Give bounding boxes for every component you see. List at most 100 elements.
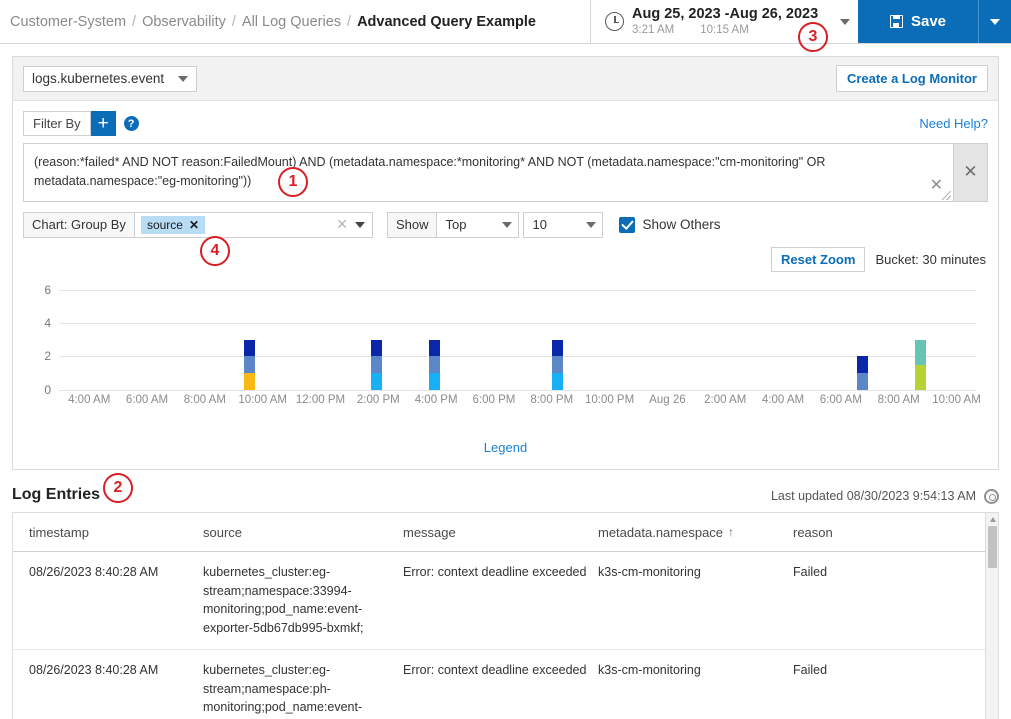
limit-select-value: 10 bbox=[532, 217, 547, 233]
gear-icon[interactable] bbox=[984, 488, 999, 504]
y-axis-tick-label: 6 bbox=[44, 282, 51, 297]
chart-bar-segment[interactable] bbox=[244, 339, 256, 357]
chart-bar[interactable] bbox=[856, 356, 868, 390]
x-axis-tick-label: 8:00 PM bbox=[530, 393, 574, 406]
table-cell-message: Error: context deadline exceeded bbox=[403, 564, 587, 579]
x-axis-tick-label: 2:00 AM bbox=[704, 393, 747, 406]
log-volume-chart[interactable]: 0246 bbox=[25, 280, 986, 397]
column-header-message[interactable]: message bbox=[403, 513, 598, 551]
legend-link[interactable]: Legend bbox=[13, 424, 998, 469]
limit-select[interactable]: 10 bbox=[523, 211, 604, 238]
clear-group-by-icon[interactable]: ✕ bbox=[336, 216, 355, 233]
chart-bar-segment[interactable] bbox=[552, 373, 564, 390]
chart-bar[interactable] bbox=[915, 339, 927, 390]
column-header-reason[interactable]: reason bbox=[793, 513, 973, 551]
chart-bar[interactable] bbox=[429, 339, 441, 390]
y-axis-tick-label: 4 bbox=[44, 316, 51, 331]
breadcrumb-separator: / bbox=[347, 13, 352, 30]
chevron-down-icon bbox=[586, 221, 597, 228]
table-row[interactable]: 08/26/2023 8:40:28 AM kubernetes_cluster:… bbox=[13, 650, 998, 719]
chip-remove-icon[interactable]: ✕ bbox=[189, 218, 199, 232]
group-by-field[interactable]: source ✕ ✕ bbox=[134, 211, 373, 238]
table-cell-message: Error: context deadline exceeded bbox=[403, 662, 587, 677]
sort-ascending-icon: ↑ bbox=[728, 525, 735, 540]
show-others-checkbox[interactable]: Show Others bbox=[619, 216, 721, 233]
scroll-up-icon[interactable] bbox=[989, 516, 996, 522]
need-help-link[interactable]: Need Help? bbox=[919, 116, 988, 131]
remove-query-button[interactable]: ✕ bbox=[954, 143, 988, 202]
column-header-timestamp[interactable]: timestamp bbox=[13, 513, 203, 551]
chart-bar-segment[interactable] bbox=[244, 373, 256, 390]
x-axis-tick-label: Aug 26 bbox=[649, 393, 686, 406]
last-updated-text: Last updated 08/30/2023 9:54:13 AM bbox=[770, 489, 976, 504]
annotation-marker-4: 4 bbox=[200, 236, 230, 266]
chart-bar[interactable] bbox=[244, 339, 256, 390]
chart-bar[interactable] bbox=[552, 339, 564, 390]
query-card-header: logs.kubernetes.event Create a Log Monit… bbox=[13, 57, 998, 101]
rank-select[interactable]: Top bbox=[437, 211, 520, 238]
breadcrumb-item-customer-system[interactable]: Customer-System bbox=[10, 14, 126, 30]
chart-bar-segment[interactable] bbox=[429, 356, 441, 374]
chart-bar-segment[interactable] bbox=[370, 339, 382, 357]
table-cell-reason: Failed bbox=[793, 564, 828, 579]
table-cell-timestamp: 08/26/2023 8:40:28 AM bbox=[29, 564, 159, 579]
chart-bar-segment[interactable] bbox=[370, 356, 382, 374]
table-row[interactable]: 08/26/2023 8:40:28 AM kubernetes_cluster:… bbox=[13, 552, 998, 650]
chevron-down-icon[interactable] bbox=[354, 221, 365, 228]
table-scrollbar[interactable] bbox=[985, 512, 998, 719]
chart-bar-segment[interactable] bbox=[552, 356, 564, 374]
bucket-label: Bucket: 30 minutes bbox=[875, 251, 986, 267]
save-button[interactable]: Save bbox=[858, 0, 978, 43]
chevron-down-icon bbox=[502, 221, 513, 228]
page-title: Advanced Query Example bbox=[357, 13, 536, 30]
clear-query-icon[interactable]: ✕ bbox=[930, 174, 943, 199]
chart-bar[interactable] bbox=[370, 339, 382, 390]
table-body: 08/26/2023 8:40:28 AM kubernetes_cluster:… bbox=[13, 552, 998, 719]
query-input[interactable]: (reason:*failed* AND NOT reason:FailedMo… bbox=[23, 143, 954, 202]
breadcrumb-item-all-log-queries[interactable]: All Log Queries bbox=[242, 14, 341, 30]
annotation-marker-3: 3 bbox=[798, 22, 828, 52]
chart-bar-segment[interactable] bbox=[429, 339, 441, 357]
chart-plot-area[interactable] bbox=[59, 280, 976, 390]
chart-bar-segment[interactable] bbox=[915, 339, 927, 365]
chart-bar-segment[interactable] bbox=[552, 339, 564, 357]
column-header-source[interactable]: source bbox=[203, 513, 403, 551]
table-cell-namespace: k3s-cm-monitoring bbox=[598, 662, 701, 677]
show-label: Show bbox=[386, 211, 438, 238]
reset-zoom-button[interactable]: Reset Zoom bbox=[771, 246, 866, 272]
group-by-chip-label: source bbox=[146, 217, 183, 232]
create-log-monitor-button[interactable]: Create a Log Monitor bbox=[835, 65, 988, 92]
chart-bar-segment[interactable] bbox=[856, 373, 868, 390]
chart-bar-segment[interactable] bbox=[244, 356, 256, 374]
log-entries-table: timestamp source message metadata.namesp… bbox=[12, 511, 999, 719]
chart-bar-segment[interactable] bbox=[915, 364, 927, 390]
save-button-label: Save bbox=[910, 13, 947, 30]
breadcrumb: Customer-System / Observability / All Lo… bbox=[0, 0, 590, 43]
save-dropdown-button[interactable] bbox=[978, 0, 1011, 43]
chart-bar-segment[interactable] bbox=[370, 373, 382, 390]
chevron-down-icon[interactable] bbox=[840, 18, 850, 25]
chart-bar-segment[interactable] bbox=[856, 356, 868, 374]
chart-group-by-label: Chart: Group By bbox=[23, 211, 135, 238]
x-axis-tick-label: 8:00 AM bbox=[877, 393, 920, 406]
resize-handle[interactable] bbox=[942, 190, 951, 200]
clock-icon bbox=[605, 12, 624, 31]
x-axis-tick-label: 4:00 AM bbox=[68, 393, 111, 406]
chevron-down-icon bbox=[990, 18, 1000, 25]
table-cell-reason: Failed bbox=[793, 662, 828, 677]
chart-bar-segment[interactable] bbox=[429, 373, 441, 390]
group-by-chip-source[interactable]: source ✕ bbox=[140, 215, 206, 234]
breadcrumb-separator: / bbox=[132, 13, 137, 30]
group-by-row: Chart: Group By source ✕ ✕ Show Top 10 S… bbox=[13, 202, 998, 238]
query-row: (reason:*failed* AND NOT reason:FailedMo… bbox=[13, 136, 998, 202]
chart-x-axis: 4:00 AM 6:00 AM 8:00 AM 10:00 AM 12:00 PM 2:0… bbox=[25, 390, 986, 424]
column-header-metadata-namespace[interactable]: metadata.namespace ↑ bbox=[598, 513, 793, 551]
breadcrumb-item-observability[interactable]: Observability bbox=[142, 14, 226, 30]
zoom-row: Reset Zoom Bucket: 30 minutes bbox=[13, 238, 998, 272]
table-header-row: timestamp source message metadata.namesp… bbox=[13, 513, 998, 552]
plus-icon[interactable]: + bbox=[90, 111, 116, 136]
x-axis-tick-label: 4:00 PM bbox=[414, 393, 458, 406]
log-source-select[interactable]: logs.kubernetes.event bbox=[23, 65, 198, 92]
scrollbar-thumb[interactable] bbox=[988, 525, 997, 568]
question-circle-icon[interactable]: ? bbox=[123, 116, 139, 131]
